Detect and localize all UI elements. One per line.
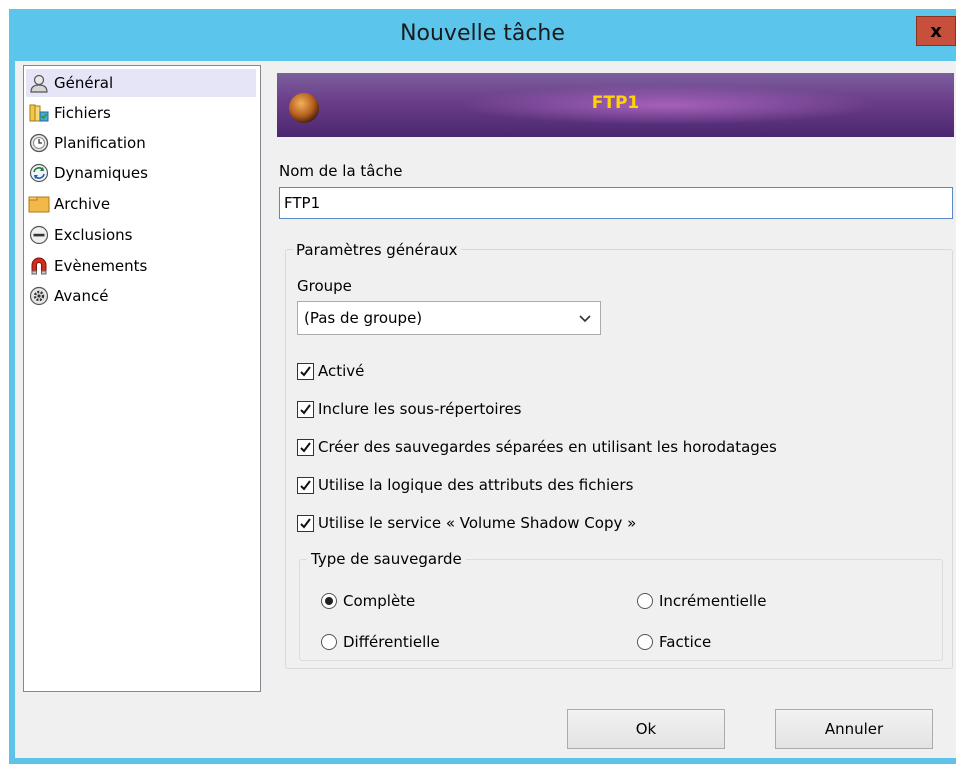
radio-differential[interactable]: Différentielle: [321, 630, 440, 654]
task-banner: FTP1: [277, 73, 954, 137]
gear-icon: [28, 285, 50, 307]
dialog-client: Général Fichiers Planification Dynamique…: [15, 61, 956, 758]
checkbox-label: Utilise le service « Volume Shadow Copy …: [318, 514, 637, 532]
sidebar-item-label: Général: [54, 74, 114, 92]
clock-icon: [28, 132, 50, 154]
sidebar-item-general[interactable]: Général: [26, 69, 256, 97]
radio-button[interactable]: [637, 593, 653, 609]
sidebar-item-label: Archive: [54, 195, 111, 213]
sidebar-item-label: Exclusions: [54, 226, 133, 244]
task-name-input[interactable]: FTP1: [279, 187, 953, 219]
checkbox-active[interactable]: Activé: [297, 359, 364, 383]
radio-label: Complète: [343, 592, 416, 610]
sidebar-item-planification[interactable]: Planification: [26, 129, 256, 157]
radio-button[interactable]: [637, 634, 653, 650]
checkbox-file-attributes[interactable]: Utilise la logique des attributs des fic…: [297, 473, 633, 497]
radio-button[interactable]: [321, 593, 337, 609]
checkbox-label: Créer des sauvegardes séparées en utilis…: [318, 438, 777, 456]
magnet-icon: [28, 255, 50, 277]
window-title: Nouvelle tâche: [400, 21, 565, 46]
task-name-label: Nom de la tâche: [279, 162, 403, 180]
user-icon: [28, 72, 50, 94]
sync-icon: [28, 162, 50, 184]
checkbox-box[interactable]: [297, 514, 314, 532]
sidebar-item-label: Planification: [54, 134, 146, 152]
ok-button[interactable]: Ok: [567, 709, 725, 749]
radio-selected-dot: [325, 597, 333, 605]
checkbox-box[interactable]: [297, 438, 314, 456]
radio-label: Différentielle: [343, 633, 440, 651]
folder-icon: [28, 193, 50, 215]
files-icon: [28, 102, 50, 124]
cancel-button[interactable]: Annuler: [775, 709, 933, 749]
group-label: Groupe: [297, 277, 352, 295]
sidebar-item-avance[interactable]: Avancé: [26, 282, 256, 310]
title-bar[interactable]: Nouvelle tâche x: [9, 9, 956, 61]
sidebar-item-label: Fichiers: [54, 104, 111, 122]
checkbox-label: Utilise la logique des attributs des fic…: [318, 476, 634, 494]
sidebar-nav: Général Fichiers Planification Dynamique…: [23, 65, 261, 692]
sidebar-item-files[interactable]: Fichiers: [26, 99, 256, 127]
checkbox-box[interactable]: [297, 362, 314, 380]
radio-incremental[interactable]: Incrémentielle: [637, 589, 766, 613]
sidebar-item-label: Avancé: [54, 287, 109, 305]
radio-complete[interactable]: Complète: [321, 589, 415, 613]
radio-dummy[interactable]: Factice: [637, 630, 711, 654]
group-select-value: (Pas de groupe): [304, 309, 423, 327]
checkbox-label: Activé: [318, 362, 365, 380]
checkbox-label: Inclure les sous-répertoires: [318, 400, 522, 418]
banner-title: FTP1: [591, 93, 640, 113]
radio-label: Incrémentielle: [659, 592, 767, 610]
radio-button[interactable]: [321, 634, 337, 650]
sidebar-item-label: Evènements: [54, 257, 148, 275]
sidebar-item-exclusions[interactable]: Exclusions: [26, 221, 256, 249]
close-button[interactable]: x: [916, 16, 956, 46]
sidebar-item-label: Dynamiques: [54, 164, 148, 182]
backup-type-legend: Type de sauvegarde: [307, 550, 466, 568]
sidebar-item-evenements[interactable]: Evènements: [26, 252, 256, 280]
checkbox-volume-shadow-copy[interactable]: Utilise le service « Volume Shadow Copy …: [297, 511, 636, 535]
minus-circle-icon: [28, 224, 50, 246]
general-settings-legend: Paramètres généraux: [293, 241, 461, 259]
checkbox-separate-backups[interactable]: Créer des sauvegardes séparées en utilis…: [297, 435, 777, 459]
sidebar-item-dynamiques[interactable]: Dynamiques: [26, 159, 256, 187]
checkbox-box[interactable]: [297, 400, 314, 418]
checkbox-include-subdirs[interactable]: Inclure les sous-répertoires: [297, 397, 521, 421]
radio-label: Factice: [659, 633, 712, 651]
dialog-window: Nouvelle tâche x Général Fichiers Planif…: [9, 9, 956, 764]
checkbox-box[interactable]: [297, 476, 314, 494]
group-select[interactable]: (Pas de groupe): [297, 301, 601, 335]
sidebar-item-archive[interactable]: Archive: [26, 190, 256, 218]
chevron-down-icon: [578, 311, 592, 329]
